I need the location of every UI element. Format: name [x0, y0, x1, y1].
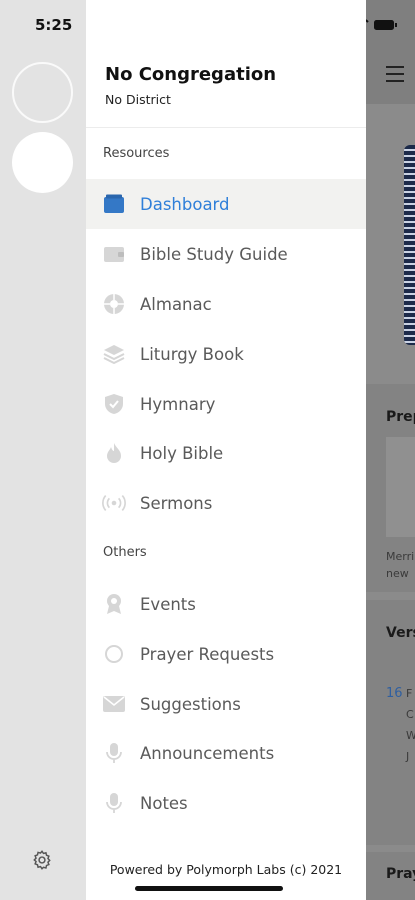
footer-credit: Powered by Polymorph Labs (c) 2021: [109, 862, 343, 877]
verse-line-2: C: [406, 708, 414, 721]
nav-item-prayer-requests[interactable]: Prayer Requests: [86, 629, 366, 679]
nav-item-label: Sermons: [140, 493, 213, 513]
dimmed-main-content[interactable]: Prep Merri new Vers 16 F C W J Pray: [366, 0, 415, 900]
layers-icon: [102, 342, 126, 366]
nav-item-almanac[interactable]: Almanac: [86, 279, 366, 329]
district-name: No District: [105, 92, 171, 107]
status-icons: [366, 19, 397, 30]
dashboard-icon: [102, 192, 126, 216]
account-avatar-secondary[interactable]: [12, 132, 73, 193]
nav-item-hymnary[interactable]: Hymnary: [86, 379, 366, 429]
nav-item-suggestions[interactable]: Suggestions: [86, 679, 366, 729]
hamburger-menu-icon[interactable]: [386, 66, 404, 87]
nav-item-label: Events: [140, 594, 196, 614]
bible-flame-icon: [102, 441, 126, 465]
congregation-name[interactable]: No Congregation: [105, 64, 276, 85]
microphone-icon: [102, 741, 126, 765]
header-divider: [86, 127, 366, 128]
account-rail: 5:25: [0, 0, 86, 900]
broadcast-icon: [102, 491, 126, 515]
nav-item-events[interactable]: Events: [86, 579, 366, 629]
account-avatar-primary[interactable]: [12, 62, 73, 123]
nav-item-label: Hymnary: [140, 394, 216, 414]
featured-book-image: [404, 145, 415, 345]
preparation-text-line1: Merri: [386, 550, 415, 563]
microphone-icon: [102, 791, 126, 815]
nav-item-label: Liturgy Book: [140, 344, 244, 364]
aperture-icon: [102, 292, 126, 316]
nav-item-label: Notes: [140, 793, 188, 813]
verse-title: Vers: [386, 625, 415, 641]
nav-item-label: Almanac: [140, 294, 212, 314]
nav-item-announcements[interactable]: Announcements: [86, 728, 366, 778]
app-top-bar: [366, 0, 415, 104]
prayer-title: Pray: [386, 866, 415, 882]
nav-item-label: Dashboard: [140, 194, 230, 214]
nav-item-notes[interactable]: Notes: [86, 778, 366, 828]
nav-item-sermons[interactable]: Sermons: [86, 478, 366, 528]
nav-item-label: Announcements: [140, 743, 275, 763]
verse-line-4: J: [406, 750, 410, 763]
nav-item-label: Prayer Requests: [140, 644, 275, 664]
preparation-text-line2: new: [386, 567, 409, 580]
verse-number: 16: [386, 686, 403, 701]
preparation-thumb: [386, 437, 415, 537]
circle-outline-icon: [102, 642, 126, 666]
home-indicator[interactable]: [135, 886, 283, 891]
nav-item-label: Bible Study Guide: [140, 244, 288, 264]
resources-section-header: Resources: [103, 146, 170, 161]
preparation-title: Prep: [386, 409, 415, 425]
nav-item-label: Suggestions: [140, 694, 241, 714]
navigation-drawer: No Congregation No District Resources Da…: [86, 0, 366, 900]
verse-line-1: F: [406, 687, 413, 700]
others-section-header: Others: [103, 545, 147, 560]
award-icon: [102, 592, 126, 616]
nav-item-dashboard[interactable]: Dashboard: [86, 179, 366, 229]
settings-gear-icon[interactable]: [31, 849, 53, 871]
nav-item-holy-bible[interactable]: Holy Bible: [86, 428, 366, 478]
mail-icon: [102, 692, 126, 716]
nav-item-bible-study-guide[interactable]: Bible Study Guide: [86, 229, 366, 279]
status-time: 5:25: [35, 16, 73, 34]
nav-item-label: Holy Bible: [140, 443, 224, 463]
shield-check-icon: [102, 392, 126, 416]
nav-item-liturgy-book[interactable]: Liturgy Book: [86, 329, 366, 379]
wallet-icon: [102, 242, 126, 266]
verse-line-3: W: [406, 729, 415, 742]
